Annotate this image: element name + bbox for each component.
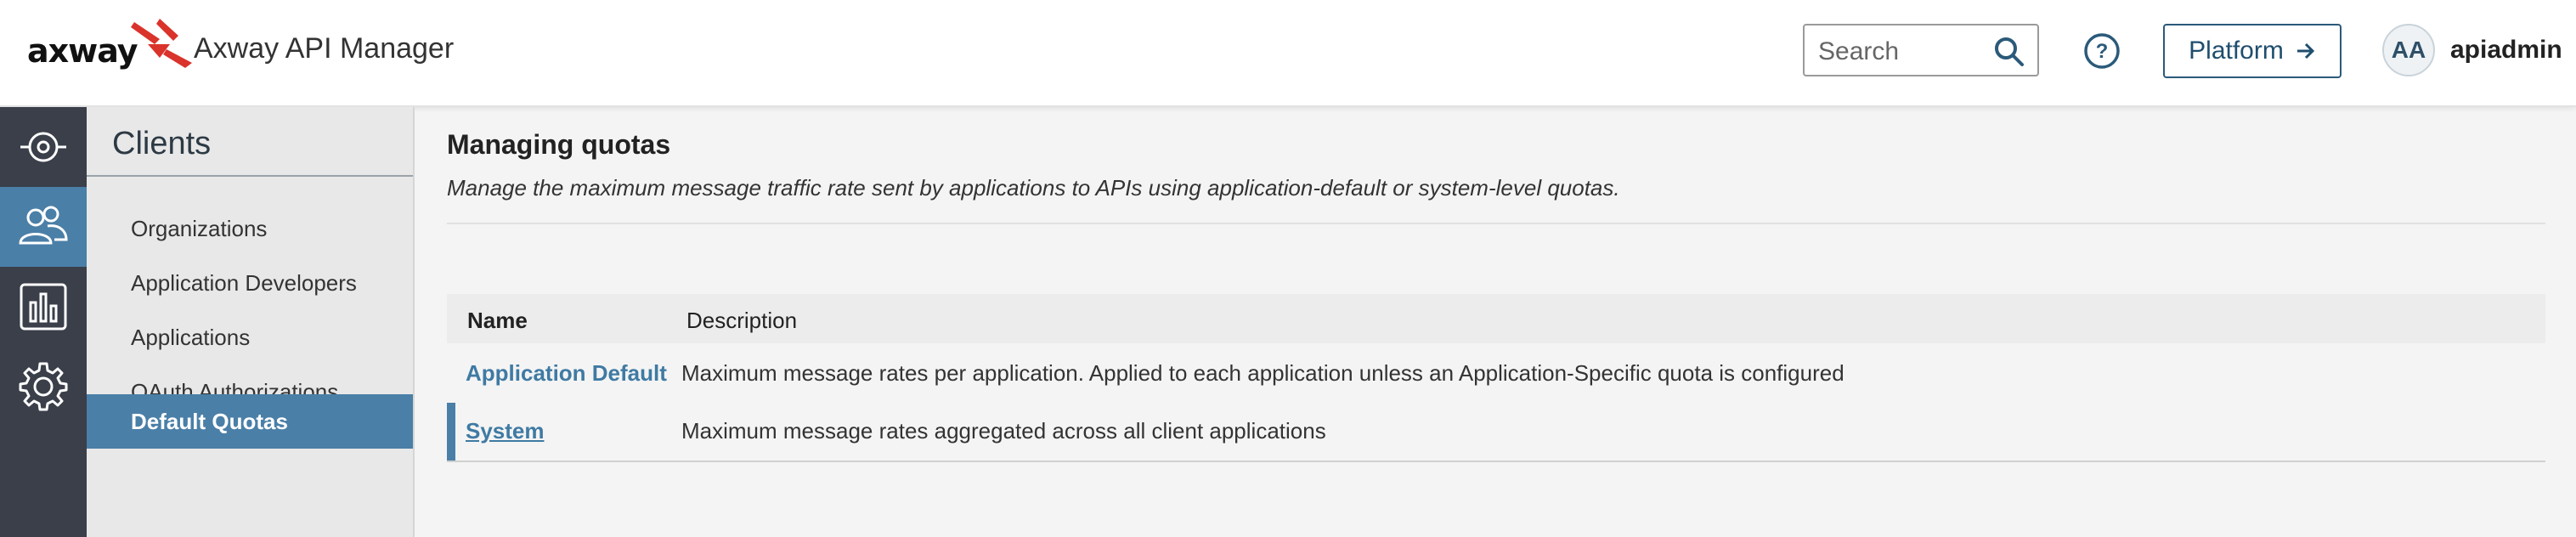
selection-marker: [447, 403, 455, 461]
search-icon[interactable]: [1993, 36, 2025, 68]
rail-item-api[interactable]: [0, 107, 87, 187]
page-title: Managing quotas: [447, 129, 671, 160]
axway-logo[interactable]: axway: [27, 15, 192, 75]
logo-text: axway: [27, 32, 138, 70]
app-title: Axway API Manager: [194, 32, 455, 65]
axway-logo-mark-icon: [131, 19, 192, 68]
top-header: axway Axway API Manager ? Platform: [0, 0, 2576, 107]
sidebar-heading: Clients: [112, 126, 212, 161]
users-icon: [19, 206, 68, 245]
column-header-description[interactable]: Description: [686, 308, 797, 334]
nav-rail: [0, 107, 87, 537]
sidebar-item-application-developers[interactable]: Application Developers: [87, 257, 413, 309]
quota-link-system[interactable]: System: [466, 418, 545, 444]
rail-item-analytics[interactable]: [0, 267, 87, 347]
table-row-selected[interactable]: System Maximum message rates aggregated …: [447, 403, 2545, 461]
search-input[interactable]: [1816, 34, 1990, 70]
rail-item-clients[interactable]: [0, 187, 87, 267]
help-icon[interactable]: ?: [2083, 32, 2121, 70]
platform-button[interactable]: Platform: [2163, 24, 2342, 78]
sidebar-item-applications[interactable]: Applications: [87, 311, 413, 364]
table-row[interactable]: Application Default Maximum message rate…: [447, 345, 2545, 403]
arrow-right-icon: [2296, 42, 2314, 59]
quota-description: Maximum message rates per application. A…: [681, 360, 1844, 386]
table-bottom-border: [447, 461, 2545, 462]
avatar[interactable]: AA: [2382, 24, 2435, 76]
quota-description: Maximum message rates aggregated across …: [681, 418, 1326, 444]
page-description: Manage the maximum message traffic rate …: [447, 175, 1620, 201]
header-divider: [447, 223, 2545, 224]
settings-gear-icon: [19, 362, 68, 411]
sidebar-item-organizations[interactable]: Organizations: [87, 202, 413, 255]
api-target-icon: [20, 132, 66, 162]
platform-button-label: Platform: [2189, 37, 2284, 65]
main-content: Managing quotas Manage the maximum messa…: [415, 107, 2576, 537]
search-box: [1803, 24, 2039, 76]
clients-sidebar: Clients Organizations Application Develo…: [87, 107, 415, 537]
analytics-icon: [20, 283, 67, 331]
rail-item-settings[interactable]: [0, 347, 87, 427]
app: axway Axway API Manager ? Platform: [0, 0, 2576, 537]
table-header: Name Description: [447, 294, 2545, 343]
quota-link-application-default[interactable]: Application Default: [466, 360, 667, 387]
column-header-name[interactable]: Name: [467, 308, 528, 334]
svg-text:?: ?: [2096, 40, 2109, 63]
username[interactable]: apiadmin: [2450, 36, 2562, 65]
sidebar-item-default-quotas[interactable]: Default Quotas: [87, 394, 413, 449]
sidebar-divider: [87, 175, 413, 177]
